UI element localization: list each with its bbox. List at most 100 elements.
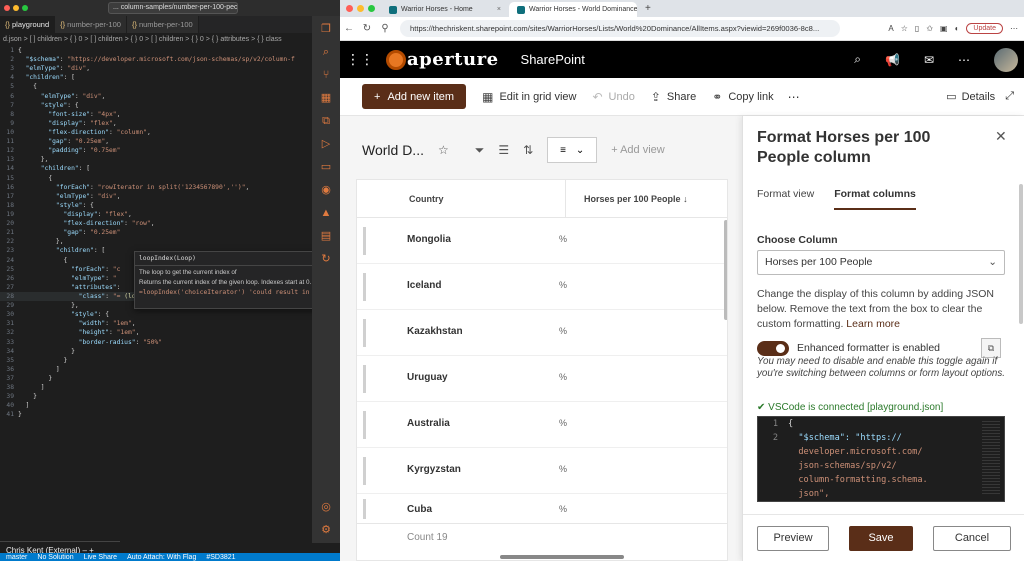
copilot-icon[interactable]: ◐ xyxy=(955,24,960,33)
notes-icon[interactable]: ▤ xyxy=(319,229,333,243)
update-button[interactable]: Update xyxy=(966,23,1003,34)
hover-returns: Returns the current index of the given l… xyxy=(139,279,312,286)
app-name[interactable]: SharePoint xyxy=(521,52,585,67)
extensions-icon[interactable]: ▦ xyxy=(319,91,333,105)
share-icon: ⇪ xyxy=(650,89,661,104)
panel-footer: Preview Save Cancel xyxy=(743,514,1024,561)
tab-number-per-100-a[interactable]: {} number-per-100 xyxy=(55,16,127,33)
hover-signature: loopIndex(Loop) xyxy=(135,252,331,266)
column-header-horses[interactable]: Horses per 100 People ↓ xyxy=(565,180,725,218)
status-branch[interactable]: master xyxy=(6,554,27,561)
megaphone-icon[interactable]: 📢 xyxy=(885,53,900,67)
close-icon[interactable]: ✕ xyxy=(995,128,1007,145)
logo-mark-icon xyxy=(386,49,406,70)
edge-icon[interactable]: ◉ xyxy=(319,183,333,197)
site-info-icon[interactable]: ⚲ xyxy=(376,23,394,34)
url-field[interactable]: https://thechriskent.sharepoint.com/site… xyxy=(400,20,840,37)
status-id[interactable]: #SD3821 xyxy=(206,554,235,561)
account-icon[interactable]: ◎ xyxy=(319,500,333,514)
vertical-scrollbar[interactable] xyxy=(724,220,727,320)
tab-format-view[interactable]: Format view xyxy=(757,188,814,210)
tab-warrior-home[interactable]: Warrior Horses - Home × xyxy=(381,2,509,17)
minimap[interactable] xyxy=(982,421,1000,495)
breadcrumb[interactable]: d.json > [ ] children > { } 0 > [ ] chil… xyxy=(0,33,312,46)
tab-format-columns[interactable]: Format columns xyxy=(834,188,916,210)
new-tab-button[interactable]: + xyxy=(637,3,659,17)
back-icon[interactable]: ← xyxy=(340,23,358,34)
enhanced-formatter-toggle[interactable] xyxy=(757,341,789,356)
sharepoint-icon xyxy=(389,5,397,14)
run-debug-icon[interactable]: ▷ xyxy=(319,137,333,151)
copy-link-button[interactable]: ⚭ Copy link xyxy=(712,90,773,104)
address-bar-row: ← ↻ ⚲ https://thechriskent.sharepoint.co… xyxy=(340,17,1024,41)
filter-icon[interactable]: ⏷ xyxy=(475,143,485,158)
cancel-button[interactable]: Cancel xyxy=(933,525,1011,551)
hover-code-line: =loopIndex('choiceIterator') 'could resu… xyxy=(139,289,321,296)
table-row[interactable]: Kazakhstan% xyxy=(357,310,727,356)
refresh-icon[interactable]: ↻ xyxy=(358,23,376,34)
edit-grid-button[interactable]: ▦ Edit in grid view xyxy=(482,90,576,104)
table-row[interactable]: Australia% xyxy=(357,402,727,448)
json-editor[interactable]: 1{ 2 "$schema": "https:// developer.micr… xyxy=(757,416,1005,502)
status-bar: master No Solution Live Share Auto Attac… xyxy=(0,553,340,561)
tab-number-per-100-b[interactable]: {} number-per-100 xyxy=(126,16,199,33)
command-center[interactable]: ... column-samples/number-per-100-people xyxy=(108,2,238,14)
avatar[interactable] xyxy=(994,47,1018,72)
tab-playground[interactable]: {} playground xyxy=(0,16,56,33)
read-aloud-icon[interactable]: A xyxy=(888,24,893,33)
favorite-star-icon[interactable]: ☆ xyxy=(438,143,449,157)
settings-more-icon[interactable]: ⋯ xyxy=(958,53,970,67)
details-pane-icon: ▭ xyxy=(946,91,957,103)
close-icon[interactable]: × xyxy=(497,2,501,17)
add-new-item-button[interactable]: + Add new item xyxy=(362,84,467,109)
tabs-icon[interactable]: ▭ xyxy=(319,160,333,174)
window-controls[interactable] xyxy=(0,5,28,11)
more-icon[interactable]: ⋯ xyxy=(1010,24,1018,33)
preview-button[interactable]: Preview xyxy=(757,525,829,551)
status-liveshare[interactable]: Live Share xyxy=(84,554,117,561)
favorites-icon[interactable]: ✩ xyxy=(926,24,933,33)
search-icon[interactable]: ⌕ xyxy=(319,45,333,59)
expand-icon[interactable]: ⤢ xyxy=(1005,90,1014,103)
add-view-button[interactable]: + Add view xyxy=(611,144,665,156)
panel-scrollbar[interactable] xyxy=(1019,184,1023,324)
view-switcher[interactable]: ≡ ⌄ xyxy=(547,137,598,163)
table-row[interactable]: Uruguay% xyxy=(357,356,727,402)
collections-icon[interactable]: ▣ xyxy=(940,24,948,33)
settings-gear-icon[interactable]: ⚙ xyxy=(319,523,333,537)
app-launcher-icon[interactable]: ⋮⋮ xyxy=(340,51,380,68)
details-button[interactable]: ▭ Details xyxy=(946,90,995,104)
explorer-icon[interactable]: ❐ xyxy=(319,22,333,36)
list-title[interactable]: World D... xyxy=(362,142,424,158)
group-icon[interactable]: ☰ xyxy=(498,143,509,157)
status-solution[interactable]: No Solution xyxy=(37,554,73,561)
remote-icon[interactable]: ⧉ xyxy=(319,114,333,128)
tab-world-dominance[interactable]: Warrior Horses - World Dominance× xyxy=(509,2,637,17)
table-row[interactable]: Kyrgyzstan% xyxy=(357,448,727,494)
feedback-icon[interactable]: ✉ xyxy=(924,53,934,67)
undo-button[interactable]: ↶ Undo xyxy=(592,90,634,104)
share-button[interactable]: ⇪ Share xyxy=(651,90,696,104)
column-header-country[interactable]: Country xyxy=(409,194,444,204)
save-button[interactable]: Save xyxy=(849,525,913,551)
more-commands-icon[interactable]: ⋯ xyxy=(788,90,801,104)
azure-icon[interactable]: ▲ xyxy=(319,206,333,220)
source-control-icon[interactable]: ⑂ xyxy=(319,68,333,82)
table-row[interactable]: Cuba% xyxy=(357,494,727,524)
choose-column-dropdown[interactable]: Horses per 100 People ⌄ xyxy=(757,250,1005,275)
popout-icon[interactable]: ⧉ xyxy=(981,338,1001,358)
split-screen-icon[interactable]: ▯ xyxy=(915,24,919,33)
search-icon[interactable]: ⌕ xyxy=(854,52,861,67)
brand-logo[interactable]: aperture xyxy=(386,49,499,70)
hover-description: The loop to get the current index of xyxy=(139,269,237,276)
horizontal-scrollbar[interactable] xyxy=(500,555,624,559)
window-controls[interactable] xyxy=(340,5,381,17)
status-autoattach[interactable]: Auto Attach: With Flag xyxy=(127,554,196,561)
favorite-star-icon[interactable]: ☆ xyxy=(901,24,908,33)
json-icon: {} xyxy=(5,20,11,29)
table-row[interactable]: Iceland% xyxy=(357,264,727,310)
learn-more-link[interactable]: Learn more xyxy=(846,318,900,330)
sort-icon[interactable]: ⇅ xyxy=(523,143,533,157)
table-row[interactable]: Mongolia% xyxy=(357,218,727,264)
liveshare-icon[interactable]: ↻ xyxy=(319,252,333,266)
